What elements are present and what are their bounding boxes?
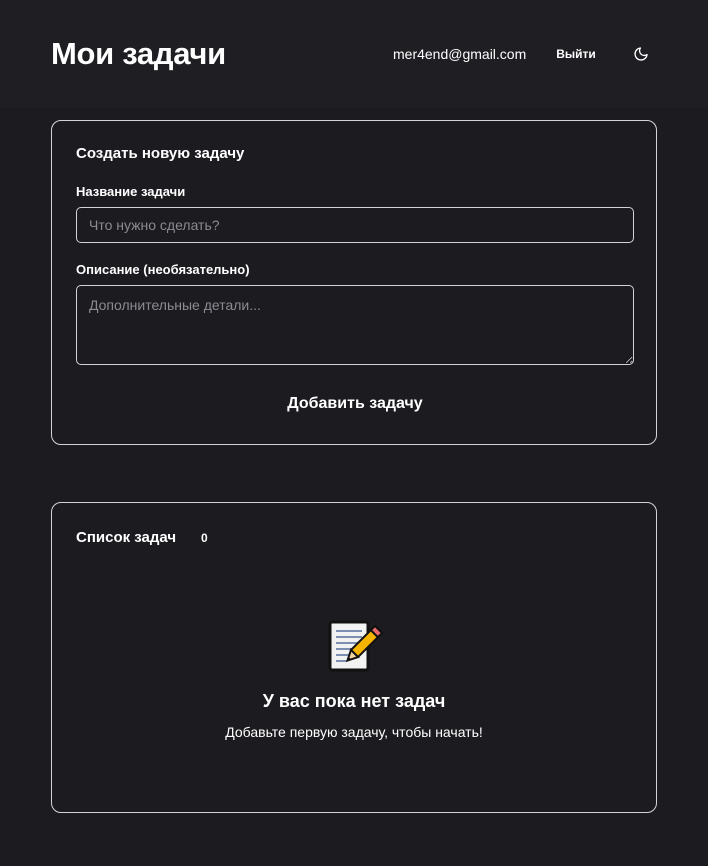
memo-icon <box>325 617 385 677</box>
page-title: Мои задачи <box>51 36 226 71</box>
task-title-label: Название задачи <box>76 184 186 199</box>
create-task-heading: Создать новую задачу <box>76 145 245 162</box>
user-email: mer4end@gmail.com <box>393 46 527 62</box>
empty-state-title: У вас пока нет задач <box>262 691 446 711</box>
task-list-card: Список задач 0 У вас пока нет задач Доба… <box>51 502 657 813</box>
app-header: Мои задачи mer4end@gmail.com Выйти <box>0 0 708 108</box>
moon-icon <box>634 47 648 61</box>
task-list-heading: Список задач <box>76 529 177 546</box>
task-description-textarea[interactable] <box>76 285 634 365</box>
add-task-button[interactable]: Добавить задачу <box>76 389 634 419</box>
logout-button[interactable]: Выйти <box>552 42 600 66</box>
task-count-badge: 0 <box>201 531 208 545</box>
task-title-input[interactable] <box>76 207 634 243</box>
create-task-card: Создать новую задачу Название задачи Опи… <box>51 120 657 445</box>
empty-state-subtitle: Добавьте первую задачу, чтобы начать! <box>225 724 483 740</box>
task-description-label: Описание (необязательно) <box>76 262 250 277</box>
theme-toggle-button[interactable] <box>629 42 653 66</box>
